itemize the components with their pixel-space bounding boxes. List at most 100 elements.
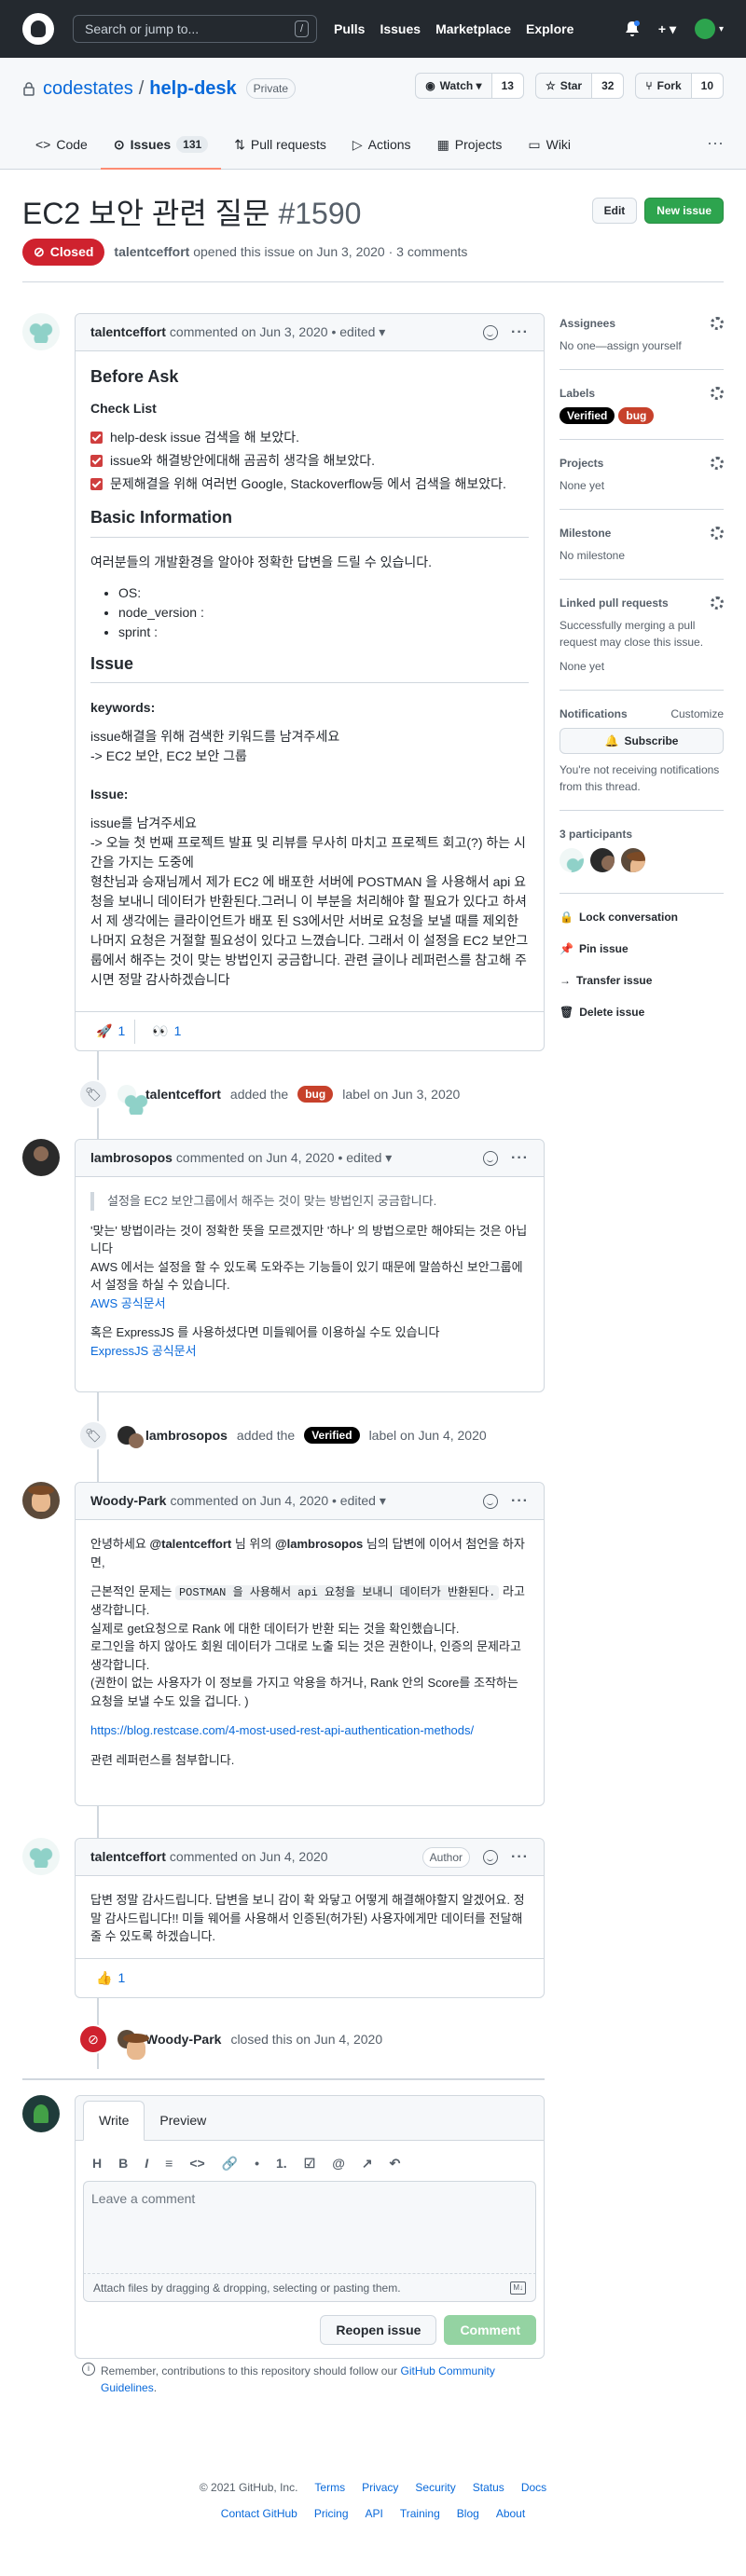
- footer-link-blog[interactable]: Blog: [457, 2505, 479, 2522]
- gear-icon[interactable]: [711, 457, 724, 470]
- mention-icon[interactable]: @: [332, 2154, 345, 2173]
- fork-count[interactable]: 10: [690, 74, 723, 98]
- aws-docs-link[interactable]: AWS 공식문서: [90, 1296, 166, 1310]
- edit-title-button[interactable]: Edit: [591, 198, 638, 224]
- ordered-list-icon[interactable]: 1.: [276, 2154, 287, 2173]
- star-count[interactable]: 32: [591, 74, 624, 98]
- reopen-issue-button[interactable]: Reopen issue: [320, 2315, 437, 2345]
- event-actor[interactable]: lambrosopos: [145, 1426, 228, 1446]
- gear-icon[interactable]: [711, 387, 724, 400]
- footer-link-docs[interactable]: Docs: [521, 2479, 546, 2496]
- event-actor[interactable]: talentceffort: [145, 1085, 221, 1104]
- nav-marketplace[interactable]: Marketplace: [435, 20, 511, 39]
- label-verified[interactable]: Verified: [304, 1427, 360, 1444]
- kebab-horizontal-icon[interactable]: ···: [511, 322, 529, 344]
- unordered-list-icon[interactable]: •: [255, 2154, 259, 2173]
- star-button[interactable]: ☆ Star 32: [534, 73, 625, 99]
- comment-textarea[interactable]: Leave a comment: [83, 2181, 536, 2274]
- footer-link-contact[interactable]: Contact GitHub: [221, 2505, 297, 2522]
- gear-icon[interactable]: [711, 596, 724, 610]
- avatar[interactable]: [22, 1838, 60, 1875]
- quote-icon[interactable]: ≡: [165, 2154, 173, 2173]
- kebab-horizontal-icon[interactable]: ···: [511, 1490, 529, 1513]
- milestone-heading[interactable]: Milestone: [560, 525, 611, 541]
- kebab-horizontal-icon[interactable]: ···: [511, 1846, 529, 1869]
- tab-pull-requests[interactable]: ⇅ Pull requests: [221, 121, 339, 170]
- reaction-thumbs-up[interactable]: 👍 1: [87, 1966, 134, 1991]
- smiley-icon[interactable]: [483, 1849, 499, 1865]
- projects-heading[interactable]: Projects: [560, 455, 603, 472]
- footer-link-pricing[interactable]: Pricing: [314, 2505, 349, 2522]
- smiley-icon[interactable]: [483, 1493, 499, 1509]
- pin-issue-link[interactable]: 📌 Pin issue: [560, 940, 724, 957]
- comment-button[interactable]: Comment: [444, 2315, 536, 2345]
- footer-link-status[interactable]: Status: [473, 2479, 504, 2496]
- tab-write[interactable]: Write: [83, 2101, 145, 2141]
- mention-link[interactable]: @lambrosopos: [275, 1537, 363, 1551]
- transfer-issue-link[interactable]: → Transfer issue: [560, 972, 724, 989]
- participant-avatar[interactable]: [560, 848, 584, 872]
- tab-actions[interactable]: ▷ Actions: [339, 121, 424, 170]
- github-logo-icon[interactable]: [22, 13, 54, 45]
- footer-link-training[interactable]: Training: [400, 2505, 440, 2522]
- nav-pulls[interactable]: Pulls: [334, 20, 365, 39]
- avatar[interactable]: [22, 313, 60, 350]
- issue-author-link[interactable]: talentceffort: [114, 244, 189, 259]
- avatar[interactable]: [22, 2095, 60, 2132]
- avatar[interactable]: [22, 1482, 60, 1519]
- more-tabs-kebab-icon[interactable]: ···: [707, 130, 724, 156]
- participant-avatar[interactable]: [620, 848, 645, 872]
- avatar[interactable]: [117, 1085, 149, 1115]
- repo-owner-link[interactable]: codestates: [43, 75, 133, 103]
- linked-prs-heading[interactable]: Linked pull requests: [560, 595, 669, 611]
- footer-link-api[interactable]: API: [366, 2505, 383, 2522]
- create-new-menu[interactable]: + ▾: [658, 20, 676, 39]
- comment-author[interactable]: talentceffort: [90, 322, 166, 342]
- comment-author[interactable]: lambrosopos: [90, 1148, 173, 1168]
- reference-link[interactable]: https://blog.restcase.com/4-most-used-re…: [90, 1723, 474, 1737]
- task-list-icon[interactable]: ☑: [304, 2154, 316, 2173]
- avatar[interactable]: [117, 1426, 144, 1448]
- heading-icon[interactable]: H: [92, 2154, 102, 2173]
- kebab-horizontal-icon[interactable]: ···: [511, 1147, 529, 1170]
- tab-preview[interactable]: Preview: [145, 2102, 221, 2140]
- comment-author[interactable]: Woody-Park: [90, 1491, 166, 1511]
- subscribe-button[interactable]: 🔔 Subscribe: [560, 728, 724, 754]
- bell-icon[interactable]: [625, 21, 640, 37]
- avatar[interactable]: [22, 1139, 60, 1176]
- watch-button[interactable]: ◉ Watch ▾ 13: [415, 73, 524, 99]
- expressjs-docs-link[interactable]: ExpressJS 공식문서: [90, 1344, 197, 1358]
- footer-link-about[interactable]: About: [496, 2505, 525, 2522]
- italic-icon[interactable]: I: [145, 2154, 148, 2173]
- gear-icon[interactable]: [711, 527, 724, 540]
- smiley-icon[interactable]: [483, 1150, 499, 1166]
- bold-icon[interactable]: B: [118, 2154, 128, 2173]
- mention-link[interactable]: @talentceffort: [149, 1537, 231, 1551]
- footer-link-privacy[interactable]: Privacy: [362, 2479, 398, 2496]
- lock-conversation-link[interactable]: 🔒 Lock conversation: [560, 909, 724, 925]
- gear-icon[interactable]: [711, 317, 724, 330]
- link-icon[interactable]: 🔗: [222, 2154, 238, 2173]
- nav-issues[interactable]: Issues: [380, 20, 421, 39]
- footer-link-terms[interactable]: Terms: [314, 2479, 345, 2496]
- cross-reference-icon[interactable]: ↗: [362, 2154, 373, 2173]
- comment-meta[interactable]: commented on Jun 3, 2020 • edited ▾: [170, 322, 385, 342]
- avatar[interactable]: [117, 2030, 149, 2060]
- assignees-text[interactable]: No one—assign yourself: [560, 337, 724, 354]
- label-verified[interactable]: Verified: [560, 407, 615, 424]
- fork-button[interactable]: ⑂ Fork 10: [635, 73, 724, 99]
- tab-wiki[interactable]: ▭ Wiki: [515, 121, 584, 170]
- participant-avatar[interactable]: [589, 848, 615, 872]
- event-actor[interactable]: Woody-Park: [145, 2030, 221, 2049]
- labels-heading[interactable]: Labels: [560, 385, 595, 402]
- tab-issues[interactable]: ⊙ Issues 131: [100, 121, 222, 170]
- comment-meta[interactable]: commented on Jun 4, 2020: [170, 1847, 328, 1867]
- tab-code[interactable]: <> Code: [22, 121, 101, 170]
- search-input[interactable]: Search or jump to... /: [73, 15, 317, 43]
- code-icon[interactable]: <>: [189, 2154, 204, 2173]
- reaction-eyes[interactable]: 👀 1: [143, 1020, 190, 1044]
- delete-issue-link[interactable]: 🗑 Delete issue: [560, 1004, 724, 1021]
- repo-name-link[interactable]: help-desk: [149, 75, 236, 103]
- attach-files-bar[interactable]: Attach files by dragging & dropping, sel…: [83, 2274, 536, 2302]
- footer-link-security[interactable]: Security: [415, 2479, 455, 2496]
